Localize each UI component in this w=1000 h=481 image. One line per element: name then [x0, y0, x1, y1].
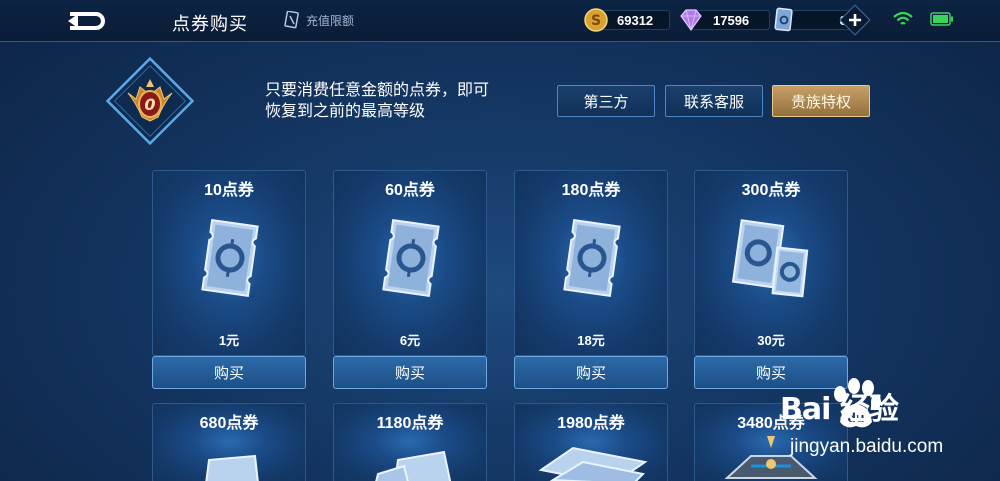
gold-coin-icon: S — [584, 8, 608, 32]
product-price: 1元 — [218, 333, 240, 348]
product-card-300[interactable]: 300点券 30元 — [694, 170, 848, 356]
product-amount: 300点券 — [741, 182, 801, 199]
product-price: 6元 — [399, 333, 421, 348]
voucher-ticket-icon — [201, 219, 259, 297]
diamond-counter: 17596 — [678, 8, 770, 32]
recharge-limit-label: 充值限额 — [306, 13, 355, 28]
diamond-icon — [680, 9, 702, 32]
rank-restore-message: 只要消费任意金额的点券，即可 恢复到之前的最高等级 — [265, 80, 489, 122]
tab-customer-service[interactable]: 联系客服 — [665, 85, 763, 117]
buy-button-180[interactable]: 购买 — [514, 356, 668, 389]
gold-coin-counter: S 69312 — [584, 8, 670, 32]
voucher-ticket-icon — [563, 219, 621, 297]
product-price: 30元 — [757, 333, 785, 348]
plus-icon — [849, 14, 861, 26]
voucher-pile-icon — [538, 446, 648, 481]
watermark-logo: Bai 经验 — [780, 392, 899, 427]
top-bar: 点券购买 充值限额 S 69312 17596 8 — [0, 0, 1000, 42]
back-button[interactable] — [58, 6, 118, 36]
product-amount: 10点券 — [204, 182, 254, 199]
product-card-10[interactable]: 10点券 1元 — [152, 170, 306, 356]
wifi-icon — [893, 11, 913, 25]
status-icons — [892, 10, 954, 28]
product-card-180[interactable]: 180点券 18元 — [514, 170, 668, 356]
voucher-icon — [774, 7, 793, 32]
product-amount: 680点券 — [199, 415, 259, 432]
rank-badge: 0 — [105, 56, 195, 146]
product-card-1180[interactable]: 1180点券 — [333, 403, 487, 481]
buy-button-60[interactable]: 购买 — [333, 356, 487, 389]
product-card-1980[interactable]: 1980点券 — [514, 403, 668, 481]
voucher-stack-icon — [375, 450, 452, 481]
back-arrow-icon — [68, 12, 105, 30]
battery-icon — [930, 12, 953, 26]
recharge-limit-link[interactable]: 充值限额 — [284, 11, 354, 29]
tab-noble-privilege[interactable]: 贵族特权 — [772, 85, 870, 117]
voucher-stack-icon — [205, 454, 259, 481]
rank-message-line-2: 恢复到之前的最高等级 — [265, 103, 426, 120]
tab-third-party[interactable]: 第三方 — [557, 85, 655, 117]
product-amount: 1180点券 — [376, 415, 444, 432]
rank-number: 0 — [144, 95, 155, 114]
watermark-url: jingyan.baidu.com — [790, 436, 944, 457]
product-amount: 1980点券 — [557, 415, 625, 432]
product-card-60[interactable]: 60点券 6元 — [333, 170, 487, 356]
svg-text:S: S — [591, 13, 601, 29]
voucher-stack-icon — [731, 219, 809, 298]
voucher-ticket-icon — [382, 219, 440, 297]
buy-button-10[interactable]: 购买 — [152, 356, 306, 389]
product-amount: 180点券 — [561, 182, 621, 199]
product-price: 18元 — [577, 333, 605, 348]
product-amount: 60点券 — [385, 182, 435, 199]
product-card-680[interactable]: 680点券 — [152, 403, 306, 481]
rank-emblem-icon: 0 — [105, 56, 195, 146]
rank-message-line-1: 只要消费任意金额的点券，即可 — [265, 82, 490, 99]
card-icon — [284, 11, 299, 29]
page-title: 点券购买 — [172, 14, 248, 34]
baidu-jingyan-watermark: du Bai 经验 jingyan.baidu.com — [766, 376, 986, 466]
